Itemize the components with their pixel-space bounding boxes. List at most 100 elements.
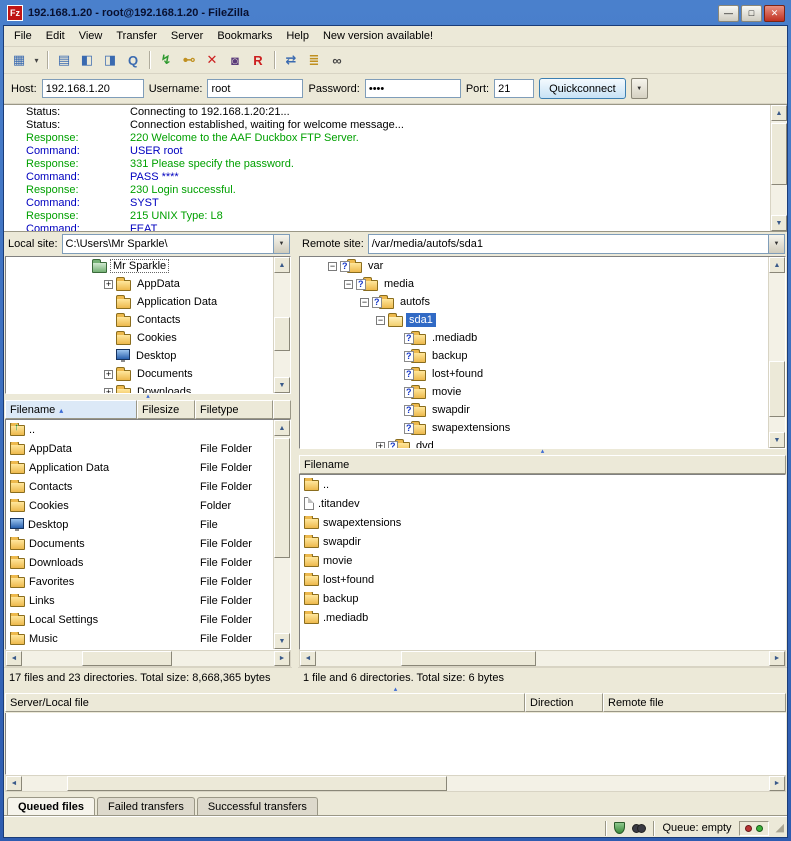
minimize-button[interactable]: —	[718, 5, 739, 22]
file-row[interactable]: Application DataFile Folder	[6, 458, 290, 477]
file-row[interactable]: ..	[300, 475, 785, 494]
tree-item-lost-found[interactable]: lost+found	[300, 365, 785, 383]
resize-grip[interactable]: ◢	[776, 823, 784, 834]
remote-directory-tree[interactable]: var media autofs sda1	[299, 256, 786, 449]
column-header-server-local-file[interactable]: Server/Local file	[5, 693, 525, 712]
site-manager-dropdown-icon[interactable]: ▾	[31, 49, 42, 71]
column-header-filetype[interactable]: Filetype	[195, 400, 273, 419]
tree-item-appdata[interactable]: AppData	[6, 275, 290, 293]
shield-icon[interactable]	[614, 822, 625, 834]
binoculars-icon[interactable]	[632, 824, 646, 832]
collapse-icon[interactable]	[376, 316, 385, 325]
column-header-filename[interactable]: Filename	[5, 400, 137, 419]
expand-icon[interactable]	[104, 370, 113, 379]
scroll-right-icon[interactable]	[274, 651, 290, 666]
find-files-icon[interactable]: ∞	[326, 49, 348, 71]
file-row[interactable]: CookiesFolder	[6, 496, 290, 515]
menu-transfer[interactable]: Transfer	[109, 28, 164, 44]
tree-item-desktop[interactable]: Desktop	[6, 347, 290, 365]
column-header-remote-file[interactable]: Remote file	[603, 693, 786, 712]
collapse-icon[interactable]	[328, 262, 337, 271]
tree-item-sda1[interactable]: sda1	[300, 311, 785, 329]
menu-edit[interactable]: Edit	[39, 28, 72, 44]
queue-horizontal-scrollbar[interactable]	[5, 775, 786, 792]
file-row[interactable]: ..	[6, 420, 290, 439]
local-directory-tree[interactable]: Mr Sparkle AppData Application Data Cont…	[5, 256, 291, 394]
expand-icon[interactable]	[104, 280, 113, 289]
scroll-right-icon[interactable]	[769, 651, 785, 666]
file-row[interactable]: AppDataFile Folder	[6, 439, 290, 458]
column-header-filename[interactable]: Filename	[299, 455, 786, 474]
column-header-direction[interactable]: Direction	[525, 693, 603, 712]
tree-item-media[interactable]: media	[300, 275, 785, 293]
tree-item-mediadb[interactable]: .mediadb	[300, 329, 785, 347]
local-tree-vertical-scrollbar[interactable]	[273, 257, 290, 393]
combo-dropdown-icon[interactable]	[273, 235, 289, 253]
column-header-filesize[interactable]: Filesize	[137, 400, 195, 419]
tree-item-movie[interactable]: movie	[300, 383, 785, 401]
remote-site-combo[interactable]: /var/media/autofs/sda1	[368, 234, 785, 254]
file-row[interactable]: ContactsFile Folder	[6, 477, 290, 496]
combo-dropdown-icon[interactable]	[768, 235, 784, 253]
file-row[interactable]: .titandev	[300, 494, 785, 513]
site-manager-button-icon[interactable]: ▦	[8, 49, 30, 71]
directory-comparison-icon[interactable]: ≣	[303, 49, 325, 71]
disconnect-icon[interactable]: ◙	[224, 49, 246, 71]
tree-item-backup[interactable]: backup	[300, 347, 785, 365]
synchronized-browsing-icon[interactable]: ⇄	[280, 49, 302, 71]
tree-item-mr-sparkle[interactable]: Mr Sparkle	[6, 257, 290, 275]
remote-tree-vertical-scrollbar[interactable]	[768, 257, 785, 448]
menu-new-version[interactable]: New version available!	[316, 28, 440, 44]
tree-item-var[interactable]: var	[300, 257, 785, 275]
file-row[interactable]: FavoritesFile Folder	[6, 572, 290, 591]
file-row[interactable]: DesktopFile	[6, 515, 290, 534]
command-key-icon[interactable]: ⊷	[178, 49, 200, 71]
scroll-left-icon[interactable]	[6, 651, 22, 666]
titlebar[interactable]: Fz 192.168.1.20 - root@192.168.1.20 - Fi…	[3, 0, 788, 25]
tree-item-downloads[interactable]: Downloads	[6, 383, 290, 394]
collapse-icon[interactable]	[344, 280, 353, 289]
scroll-up-icon[interactable]	[771, 105, 787, 121]
password-input[interactable]	[365, 79, 461, 98]
reconnect-icon[interactable]: R	[247, 49, 269, 71]
host-input[interactable]	[42, 79, 144, 98]
scroll-down-icon[interactable]	[274, 377, 290, 393]
username-input[interactable]	[207, 79, 303, 98]
menu-server[interactable]: Server	[164, 28, 210, 44]
file-row[interactable]: Local SettingsFile Folder	[6, 610, 290, 629]
scroll-up-icon[interactable]	[274, 257, 290, 273]
message-log[interactable]: Status:Connecting to 192.168.1.20:21... …	[4, 104, 787, 232]
scroll-up-icon[interactable]	[274, 420, 290, 436]
remote-horizontal-scrollbar[interactable]	[299, 650, 786, 667]
tree-item-cookies[interactable]: Cookies	[6, 329, 290, 347]
local-list-vertical-scrollbar[interactable]	[273, 420, 290, 649]
scroll-down-icon[interactable]	[771, 215, 787, 231]
menu-file[interactable]: File	[7, 28, 39, 44]
scroll-left-icon[interactable]	[300, 651, 316, 666]
file-row[interactable]: .mediadb	[300, 608, 785, 627]
toggle-local-tree-icon[interactable]: ◧	[76, 49, 98, 71]
file-row[interactable]: LinksFile Folder	[6, 591, 290, 610]
file-row[interactable]: DownloadsFile Folder	[6, 553, 290, 572]
scroll-left-icon[interactable]	[6, 776, 22, 791]
abort-icon[interactable]: ✕	[201, 49, 223, 71]
port-input[interactable]	[494, 79, 534, 98]
tab-queued-files[interactable]: Queued files	[7, 797, 95, 816]
tree-item-autofs[interactable]: autofs	[300, 293, 785, 311]
tree-item-swapextensions[interactable]: swapextensions	[300, 419, 785, 437]
scroll-down-icon[interactable]	[274, 633, 290, 649]
maximize-button[interactable]: □	[741, 5, 762, 22]
file-row[interactable]: backup	[300, 589, 785, 608]
toggle-message-log-icon[interactable]: ▤	[53, 49, 75, 71]
local-file-list[interactable]: .. AppDataFile Folder Application DataFi…	[5, 419, 291, 650]
tree-item-application-data[interactable]: Application Data	[6, 293, 290, 311]
toggle-remote-tree-icon[interactable]: ◨	[99, 49, 121, 71]
tree-item-contacts[interactable]: Contacts	[6, 311, 290, 329]
tab-successful-transfers[interactable]: Successful transfers	[197, 797, 318, 816]
scroll-up-icon[interactable]	[769, 257, 785, 273]
file-row[interactable]: swapdir	[300, 532, 785, 551]
close-button[interactable]: ✕	[764, 5, 785, 22]
expand-icon[interactable]	[376, 442, 385, 450]
menu-help[interactable]: Help	[279, 28, 316, 44]
tree-item-documents[interactable]: Documents	[6, 365, 290, 383]
